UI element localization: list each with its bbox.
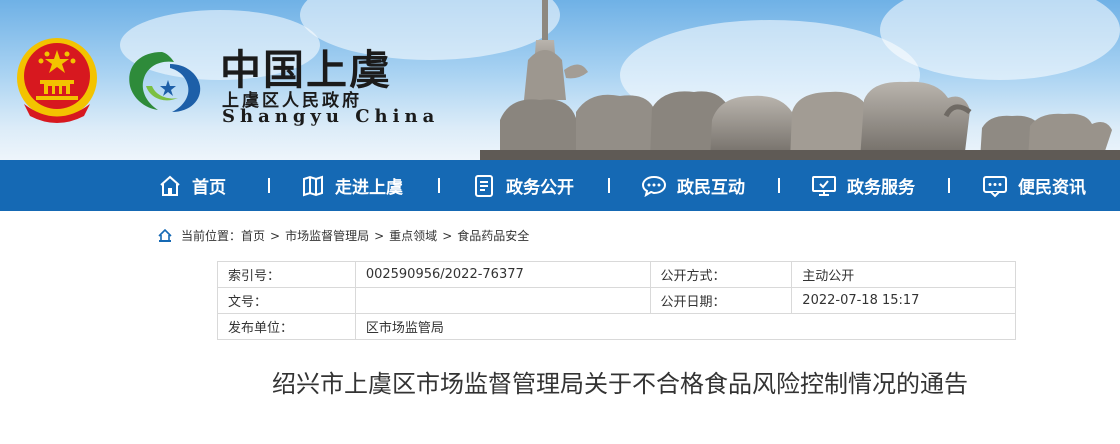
nav-label: 政务公开 bbox=[506, 178, 574, 198]
nav-label: 首页 bbox=[192, 178, 226, 198]
breadcrumb-separator: > bbox=[374, 228, 385, 243]
home-icon bbox=[158, 229, 172, 242]
chat-icon bbox=[641, 175, 667, 197]
monitor-icon bbox=[812, 175, 836, 196]
nav-label: 便民资讯 bbox=[1018, 178, 1086, 198]
publish-method-value: 主动公开 bbox=[791, 261, 1016, 288]
table-row: 文号： 公开日期： 2022-07-18 15:17 bbox=[217, 287, 1016, 314]
nav-item-interaction[interactable]: 政民互动 bbox=[641, 160, 745, 211]
national-emblem-icon bbox=[17, 38, 97, 123]
nav-item-gov-affairs[interactable]: 政务公开 bbox=[472, 160, 574, 211]
main-navigation: 首页 走进上虞 政务公开 政民互动 政务服务 便民资讯 bbox=[0, 160, 1120, 211]
shangyu-logo-icon bbox=[129, 52, 201, 112]
document-meta-table: 索引号： 002590956/2022-76377 公开方式： 主动公开 文号：… bbox=[217, 261, 1017, 340]
nav-item-services[interactable]: 政务服务 bbox=[811, 160, 915, 211]
index-value: 002590956/2022-76377 bbox=[354, 261, 651, 288]
nav-separator bbox=[948, 178, 950, 193]
nav-separator bbox=[268, 178, 270, 193]
breadcrumb: 当前位置： 首页 > 市场监督管理局 > 重点领域 > 食品药品安全 bbox=[158, 227, 529, 244]
publish-date-label: 公开日期： bbox=[649, 287, 793, 314]
map-icon bbox=[303, 175, 323, 196]
site-english-name: Shangyu China bbox=[222, 106, 440, 127]
nav-separator bbox=[608, 178, 610, 193]
breadcrumb-link-key-areas[interactable]: 重点领域 bbox=[389, 227, 437, 244]
nav-label: 政务服务 bbox=[847, 178, 915, 198]
nav-label: 政民互动 bbox=[677, 178, 745, 198]
publisher-label: 发布单位： bbox=[217, 313, 356, 340]
elephant-sculpture-image bbox=[480, 0, 1120, 160]
breadcrumb-link-home[interactable]: 首页 bbox=[241, 227, 265, 244]
breadcrumb-prefix: 当前位置： bbox=[181, 229, 242, 243]
home-icon bbox=[160, 175, 180, 196]
breadcrumb-separator: > bbox=[270, 228, 281, 243]
nav-item-home[interactable]: 首页 bbox=[158, 160, 226, 211]
table-row: 发布单位： 区市场监管局 bbox=[217, 313, 1017, 340]
breadcrumb-link-market-supervision[interactable]: 市场监督管理局 bbox=[285, 227, 369, 244]
header-banner: 中国上虞 上虞区人民政府 Shangyu China bbox=[0, 0, 1120, 160]
article-title: 绍兴市上虞区市场监督管理局关于不合格食品风险控制情况的通告 bbox=[272, 370, 968, 398]
nav-separator bbox=[438, 178, 440, 193]
nav-separator bbox=[778, 178, 780, 193]
nav-item-convenience[interactable]: 便民资讯 bbox=[982, 160, 1086, 211]
message-icon bbox=[983, 175, 1007, 197]
document-icon bbox=[475, 174, 493, 197]
table-row: 索引号： 002590956/2022-76377 公开方式： 主动公开 bbox=[217, 261, 1016, 288]
publish-method-label: 公开方式： bbox=[649, 261, 793, 288]
publisher-value: 区市场监管局 bbox=[354, 313, 1017, 340]
doc-number-value bbox=[354, 287, 651, 314]
publish-date-value: 2022-07-18 15:17 bbox=[791, 287, 1016, 314]
nav-item-about-shangyu[interactable]: 走进上虞 bbox=[301, 160, 403, 211]
breadcrumb-separator: > bbox=[442, 228, 453, 243]
doc-number-label: 文号： bbox=[217, 287, 356, 314]
index-label: 索引号： bbox=[217, 261, 356, 288]
breadcrumb-link-food-drug-safety[interactable]: 食品药品安全 bbox=[457, 227, 529, 244]
nav-label: 走进上虞 bbox=[335, 178, 403, 198]
